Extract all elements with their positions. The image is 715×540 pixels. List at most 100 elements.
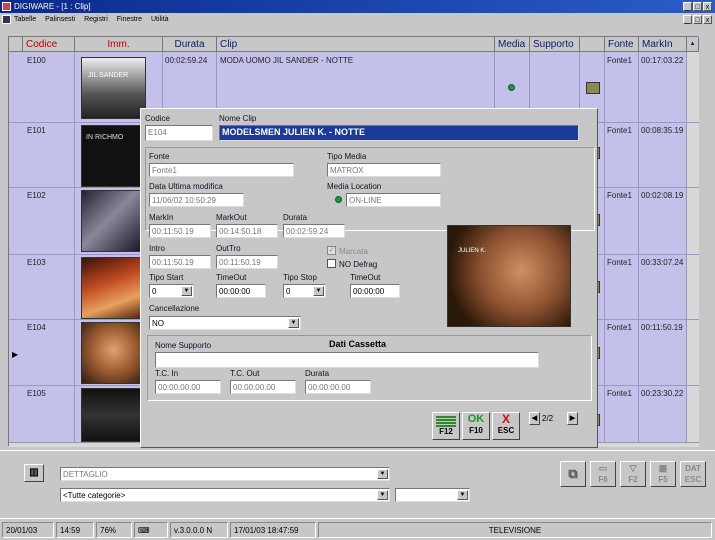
- lines-icon: [436, 416, 456, 427]
- f5-button[interactable]: ▦ F5: [650, 461, 676, 487]
- close-icon: X: [501, 412, 510, 426]
- header-clip[interactable]: Clip: [217, 37, 495, 52]
- chevron-down-icon[interactable]: ▼: [377, 490, 388, 500]
- book-icon[interactable]: ▥: [24, 464, 44, 482]
- tipo-media-field[interactable]: MATROX: [327, 163, 441, 177]
- status-datetime: 17/01/03 18:47:59: [230, 522, 316, 538]
- maximize-button[interactable]: □: [693, 2, 702, 11]
- fonte-field[interactable]: Fonte1: [149, 163, 294, 177]
- tcout-field[interactable]: 00:00:00.00: [230, 380, 296, 394]
- keyboard-icon: ⌨: [138, 526, 150, 535]
- media-location-field[interactable]: ON-LINE: [346, 193, 441, 207]
- header-durata[interactable]: Durata: [163, 37, 217, 52]
- tipo-media-label: Tipo Media: [327, 152, 367, 161]
- tipo-stop-label: Tipo Stop: [283, 273, 317, 282]
- secondary-select[interactable]: ▼: [395, 488, 470, 502]
- cell-fonte: Fonte1: [607, 191, 632, 200]
- durata-field[interactable]: 00:02:59.24: [283, 224, 345, 238]
- markout-label: MarkOut: [216, 213, 247, 222]
- chevron-down-icon[interactable]: ▼: [313, 286, 324, 296]
- menu-finestre[interactable]: Finestre: [117, 16, 142, 23]
- child-maximize-button[interactable]: □: [693, 15, 702, 24]
- header-codice[interactable]: Codice: [23, 37, 75, 52]
- close-button[interactable]: x: [703, 2, 712, 11]
- header-imm[interactable]: Imm.: [75, 37, 163, 52]
- categorie-select[interactable]: <Tutte categorie> ▼: [60, 488, 390, 502]
- clip-thumbnail[interactable]: [81, 322, 146, 384]
- chevron-down-icon[interactable]: ▼: [457, 490, 468, 500]
- esc-button[interactable]: X ESC: [492, 412, 520, 440]
- chevron-down-icon[interactable]: ▼: [377, 469, 388, 479]
- tape-icon[interactable]: [586, 82, 600, 94]
- markout-field[interactable]: 00:14:50.18: [216, 224, 278, 238]
- fonte-label: Fonte: [149, 152, 170, 161]
- data-modifica-label: Data Ultima modifica: [149, 182, 223, 191]
- tipo-start-select[interactable]: 0 ▼: [149, 284, 194, 298]
- durata-label: Durata: [283, 213, 308, 222]
- cell-codice: E101: [27, 126, 46, 135]
- clip-preview-image[interactable]: JULIEN K.: [447, 225, 571, 327]
- next-page-button[interactable]: ▶: [567, 412, 578, 425]
- clip-thumbnail[interactable]: JIL SANDER: [81, 57, 146, 119]
- menu-bar: Tabelle Palinsesti Registri Finestre Uti…: [0, 13, 715, 26]
- cancellazione-label: Cancellazione: [149, 304, 200, 313]
- data-modifica-field[interactable]: 11/06/02 10:50:29: [149, 193, 244, 207]
- cell-fonte: Fonte1: [607, 126, 632, 135]
- marcata-label: Marcata: [339, 247, 368, 256]
- cell-fonte: Fonte1: [607, 258, 632, 267]
- cell-markin: 00:02:08.19: [641, 191, 684, 200]
- cancellazione-select[interactable]: NO ▼: [149, 316, 301, 330]
- tcin-field[interactable]: 00:00:00.00: [155, 380, 221, 394]
- minimize-button[interactable]: _: [683, 2, 692, 11]
- vertical-scrollbar[interactable]: [687, 52, 699, 442]
- copy-icon: ⧉: [568, 466, 578, 481]
- prev-page-button[interactable]: ◀: [529, 412, 540, 425]
- child-minimize-button[interactable]: _: [683, 15, 692, 24]
- f6-button[interactable]: ▭ F6: [590, 461, 616, 487]
- menu-registri[interactable]: Registri: [84, 16, 108, 23]
- outro-field[interactable]: 00:11:50.19: [216, 255, 278, 269]
- nome-clip-field[interactable]: MODELSMEN JULIEN K. - NOTTE: [219, 125, 579, 141]
- markin-field[interactable]: 00:11:50.19: [149, 224, 211, 238]
- cassetta-durata-field[interactable]: 00:00:00.00: [305, 380, 371, 394]
- exit-icon: DAT: [685, 464, 701, 473]
- timeout-start-field[interactable]: 00:00:00: [216, 284, 266, 298]
- menu-utilita[interactable]: Utilità: [151, 16, 169, 23]
- tipo-stop-select[interactable]: 0 ▼: [283, 284, 326, 298]
- cell-markin: 00:17:03.22: [641, 56, 684, 65]
- ok-button[interactable]: OK F10: [462, 412, 490, 440]
- menu-tabelle[interactable]: Tabelle: [14, 16, 36, 23]
- save-button[interactable]: F12: [432, 412, 460, 440]
- header-supporto[interactable]: Supporto: [530, 37, 580, 52]
- menu-palinsesti[interactable]: Palinsesti: [45, 16, 75, 23]
- status-bar: 20/01/03 14:59 76% ⌨ v.3.0.0.0 N 17/01/0…: [0, 518, 715, 540]
- status-date: 20/01/03: [2, 522, 54, 538]
- clip-thumbnail[interactable]: [81, 257, 146, 319]
- timeout-stop-field[interactable]: 00:00:00: [350, 284, 400, 298]
- current-row-indicator: ▶: [12, 350, 19, 359]
- nome-supporto-label: Nome Supporto: [155, 341, 212, 350]
- status-channel: TELEVISIONE: [318, 522, 712, 538]
- chevron-down-icon[interactable]: ▼: [288, 318, 299, 328]
- header-markin[interactable]: MarkIn: [639, 37, 687, 52]
- clip-thumbnail[interactable]: [81, 388, 146, 442]
- clip-thumbnail[interactable]: [81, 190, 146, 252]
- clip-thumbnail[interactable]: IN RICHMO: [81, 125, 146, 187]
- cell-fonte: Fonte1: [607, 323, 632, 332]
- nodefrag-checkbox[interactable]: [327, 259, 336, 268]
- header-media[interactable]: Media: [495, 37, 530, 52]
- copy-icon-button[interactable]: ⧉: [560, 461, 586, 487]
- scroll-up-button[interactable]: ▲: [687, 37, 699, 52]
- exit-button[interactable]: DAT ESC: [680, 461, 706, 487]
- intro-field[interactable]: 00:11:50.19: [149, 255, 211, 269]
- codice-field[interactable]: E104: [145, 125, 213, 141]
- tcout-label: T.C. Out: [230, 369, 260, 378]
- header-fonte[interactable]: Fonte: [605, 37, 639, 52]
- dettaglio-select[interactable]: DETTAGLIO ▼: [60, 467, 390, 481]
- nome-supporto-field[interactable]: [155, 352, 539, 368]
- ok-icon: OK: [467, 413, 485, 425]
- f2-button[interactable]: ▽ F2: [620, 461, 646, 487]
- chevron-down-icon[interactable]: ▼: [181, 286, 192, 296]
- child-close-button[interactable]: x: [703, 15, 712, 24]
- marcata-checkbox[interactable]: ✓: [327, 246, 336, 255]
